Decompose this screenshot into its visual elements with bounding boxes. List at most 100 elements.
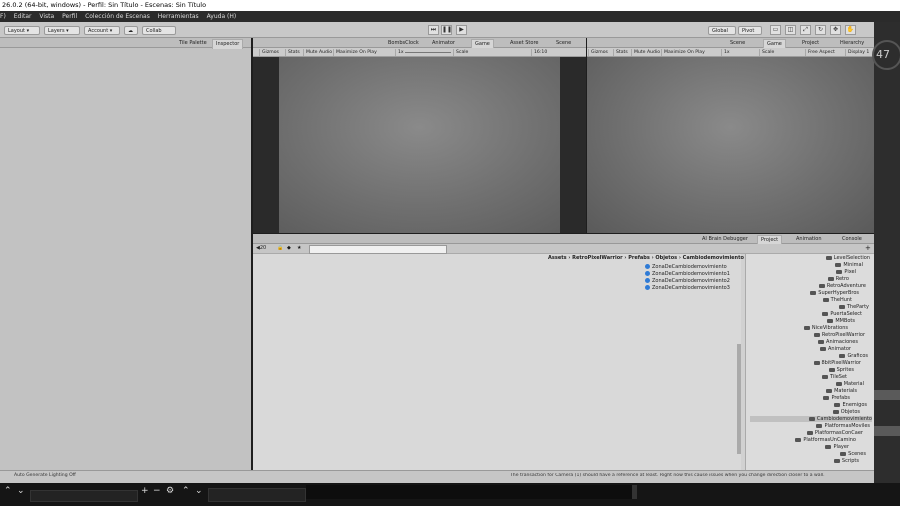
tree-item[interactable]: PuertaSelect (822, 311, 862, 317)
rect-tool[interactable]: ▭ (770, 25, 781, 35)
collab-dropdown[interactable]: Collab (142, 26, 176, 35)
game-viewport-right[interactable] (587, 57, 874, 233)
tab-animator-left[interactable]: Animator (429, 39, 458, 48)
console-status-message[interactable]: The transaction for Camera (1) should ha… (510, 473, 870, 478)
move-up-icon[interactable]: ⌃ (182, 486, 190, 496)
tree-item[interactable]: Scenes (840, 451, 866, 457)
tree-item[interactable]: Player (825, 444, 849, 450)
step-button[interactable]: ⏭ (428, 25, 439, 35)
tab-project-top[interactable]: Project (799, 39, 822, 48)
tree-item[interactable]: Animaciones (818, 339, 858, 345)
rotate-tool[interactable]: ↻ (815, 25, 826, 35)
gizmos-toggle-left[interactable]: Gizmos (259, 49, 281, 56)
menu-profile[interactable]: Perfil (62, 13, 77, 20)
breadcrumb-objetos[interactable]: Objetos (655, 255, 677, 261)
tree-item[interactable]: Sprites (828, 367, 854, 373)
list-item[interactable]: ZonaDeCambiodemovimiento (645, 264, 727, 270)
move-tool[interactable]: ✥ (830, 25, 841, 35)
breadcrumb-prefabs[interactable]: Prefabs (628, 255, 650, 261)
mute-audio-toggle-right[interactable]: Mute Audio (631, 49, 662, 56)
tree-item[interactable]: TileSet (822, 374, 847, 380)
scale-tool[interactable]: ⤢ (800, 25, 811, 35)
move-down-icon[interactable]: ⌄ (195, 486, 203, 496)
tree-item[interactable]: Enemigos (834, 402, 867, 408)
cloud-button[interactable]: ☁ (124, 26, 138, 35)
tab-inspector[interactable]: Inspector (212, 39, 244, 49)
free-aspect-dropdown[interactable]: Free Aspect (805, 49, 837, 56)
breadcrumb-cambiodemovimiento[interactable]: Cambiodemovimiento (683, 255, 744, 261)
maximize-on-play-left[interactable]: Maximize On Play (333, 49, 379, 56)
tab-asset-store[interactable]: Asset Store (507, 39, 541, 48)
scale-slider-left[interactable] (403, 49, 453, 56)
maximize-on-play-right[interactable]: Maximize On Play (661, 49, 707, 56)
tree-item[interactable]: Graficos (839, 353, 868, 359)
pause-button[interactable]: ❚❚ (441, 25, 452, 35)
tree-item[interactable]: MMBots (827, 318, 855, 324)
tree-item[interactable]: NiceVibrations (803, 325, 848, 331)
menu-edit[interactable]: Editar (14, 13, 32, 20)
tree-item[interactable]: Materials (826, 388, 857, 394)
tree-item[interactable]: Retro (827, 276, 849, 282)
account-dropdown[interactable]: Account ▾ (84, 26, 120, 35)
display-dropdown-right[interactable]: Display 1 (845, 49, 871, 56)
list-item[interactable]: ZonaDeCambiodemovimiento1 (645, 271, 730, 277)
tree-item[interactable]: RetroPixelWarrior (813, 332, 865, 338)
add-asset-button[interactable]: + (865, 244, 871, 252)
pivot-toggle[interactable]: Pivot (738, 26, 762, 35)
gear-icon[interactable]: ⚙ (166, 486, 174, 496)
list-item[interactable]: ZonaDeCambiodemovimiento3 (645, 285, 730, 291)
stats-toggle-left[interactable]: Stats (285, 49, 302, 56)
global-toggle[interactable]: Global (708, 26, 736, 35)
layers-dropdown[interactable]: Layers ▾ (44, 26, 80, 35)
layout-dropdown[interactable]: Layout ▾ (4, 26, 40, 35)
tree-item[interactable]: Cambiodemovimiento (750, 416, 872, 422)
menu-help[interactable]: Ayuda (H) (207, 13, 237, 20)
tree-item[interactable]: TheHunt (822, 297, 852, 303)
stats-toggle-right[interactable]: Stats (613, 49, 630, 56)
tree-item[interactable]: PlatformasConCaer (806, 430, 863, 436)
tree-item[interactable]: TheParty (838, 304, 869, 310)
project-search-input[interactable] (309, 245, 447, 254)
transform-tool[interactable]: ◫ (785, 25, 796, 35)
tab-tile-palette[interactable]: Tile Palette (176, 39, 210, 48)
tree-item[interactable]: Material (835, 381, 864, 387)
gizmos-toggle-right[interactable]: Gizmos (588, 49, 610, 56)
remove-icon[interactable]: − (153, 486, 161, 496)
tree-item[interactable]: Pixel (836, 269, 856, 275)
tree-item[interactable]: Scripts (833, 458, 859, 464)
mute-audio-toggle-left[interactable]: Mute Audio (303, 49, 334, 56)
menu-view[interactable]: Vista (39, 13, 54, 20)
tree-item[interactable]: Minimal (835, 262, 863, 268)
label-filter-icon[interactable]: ◆ (287, 245, 291, 251)
tree-item[interactable]: PlatformasMoviles (816, 423, 870, 429)
tree-item[interactable]: Animator (820, 346, 851, 352)
add-icon[interactable]: + (141, 486, 149, 496)
aspect-dropdown-left[interactable]: 16:10 (531, 49, 549, 56)
tree-item[interactable]: PlatformasUnCamino (795, 437, 856, 443)
chevron-down-icon[interactable]: ⌄ (17, 486, 25, 496)
breadcrumb-assets[interactable]: Assets (548, 255, 567, 261)
tab-scene-left[interactable]: Scene (553, 39, 574, 48)
asset-list-scrollbar[interactable] (737, 344, 741, 454)
tab-animation[interactable]: Animation (793, 235, 825, 244)
tree-item[interactable]: Prefabs (823, 395, 850, 401)
breadcrumb-retropixelwarrior[interactable]: RetroPixelWarrior (572, 255, 623, 261)
mixer-scrollbar[interactable] (632, 485, 637, 499)
tab-console[interactable]: Console (839, 235, 865, 244)
hand-tool[interactable]: ✋ (845, 25, 856, 35)
game-viewport-left[interactable] (253, 57, 586, 233)
tree-item[interactable]: LevelSelection (825, 255, 870, 261)
chevron-up-icon[interactable]: ⌃ (4, 486, 12, 496)
tab-hierarchy[interactable]: Hierarchy (837, 39, 867, 48)
menu-file[interactable]: F) (0, 13, 6, 20)
tree-item[interactable]: 8bitPixelWarrior (813, 360, 861, 366)
type-filter-icon[interactable]: ★ (297, 245, 301, 251)
tree-item[interactable]: Objetos (832, 409, 860, 415)
menu-tools[interactable]: Herramientas (158, 13, 199, 20)
tab-ai-brain-debugger[interactable]: AI Brain Debugger (699, 235, 751, 244)
tree-item[interactable]: SuperHyperBros (810, 290, 859, 296)
list-item[interactable]: ZonaDeCambiodemovimiento2 (645, 278, 730, 284)
tree-item[interactable]: RetroAdventure (818, 283, 866, 289)
tab-scene-right[interactable]: Scene (727, 39, 748, 48)
menu-scene-collection[interactable]: Colección de Escenas (85, 13, 150, 20)
